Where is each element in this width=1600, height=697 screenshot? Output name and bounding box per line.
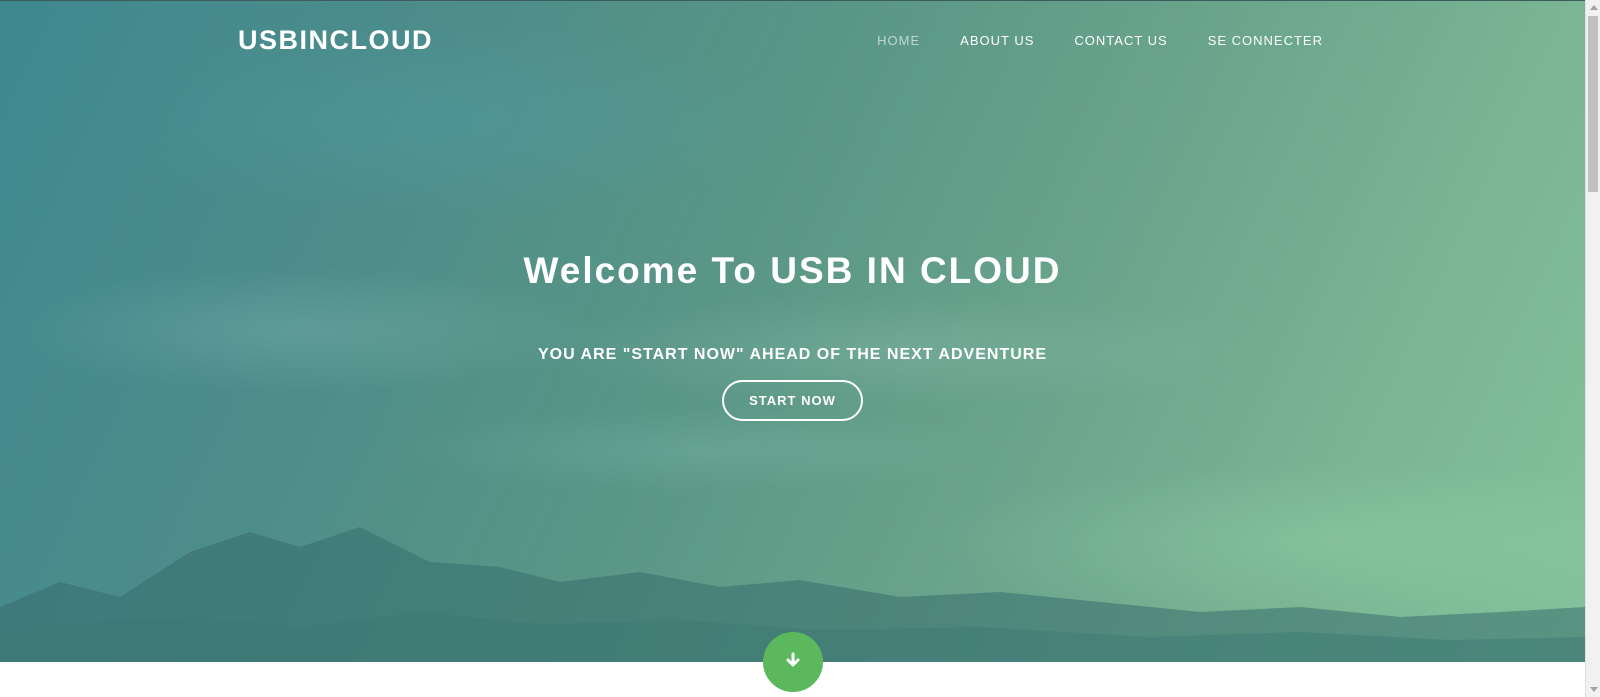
main-navigation: HOME ABOUT US CONTACT US SE CONNECTER <box>877 33 1323 48</box>
scroll-down-arrow-icon[interactable] <box>1586 682 1600 697</box>
top-border <box>0 0 1585 1</box>
hero-section: USBINCLOUD HOME ABOUT US CONTACT US SE C… <box>0 0 1585 662</box>
hero-headline: Welcome To USB IN CLOUD <box>523 250 1062 291</box>
nav-about-us-link[interactable]: ABOUT US <box>960 33 1034 48</box>
page-scrollbar[interactable] <box>1585 0 1600 697</box>
hero-subline: YOU ARE "START NOW" AHEAD OF THE NEXT AD… <box>538 346 1047 363</box>
scroll-up-arrow-icon[interactable] <box>1586 0 1600 15</box>
scrollbar-thumb[interactable] <box>1588 16 1598 192</box>
arrow-down-icon <box>785 652 801 673</box>
nav-se-connecter-link[interactable]: SE CONNECTER <box>1208 33 1323 48</box>
nav-home-link[interactable]: HOME <box>877 33 920 48</box>
site-brand-logo[interactable]: USBINCLOUD <box>238 25 433 56</box>
start-now-button[interactable]: START NOW <box>722 380 863 421</box>
page-viewport: USBINCLOUD HOME ABOUT US CONTACT US SE C… <box>0 0 1585 697</box>
scroll-down-button[interactable] <box>763 632 823 692</box>
nav-contact-us-link[interactable]: CONTACT US <box>1074 33 1167 48</box>
